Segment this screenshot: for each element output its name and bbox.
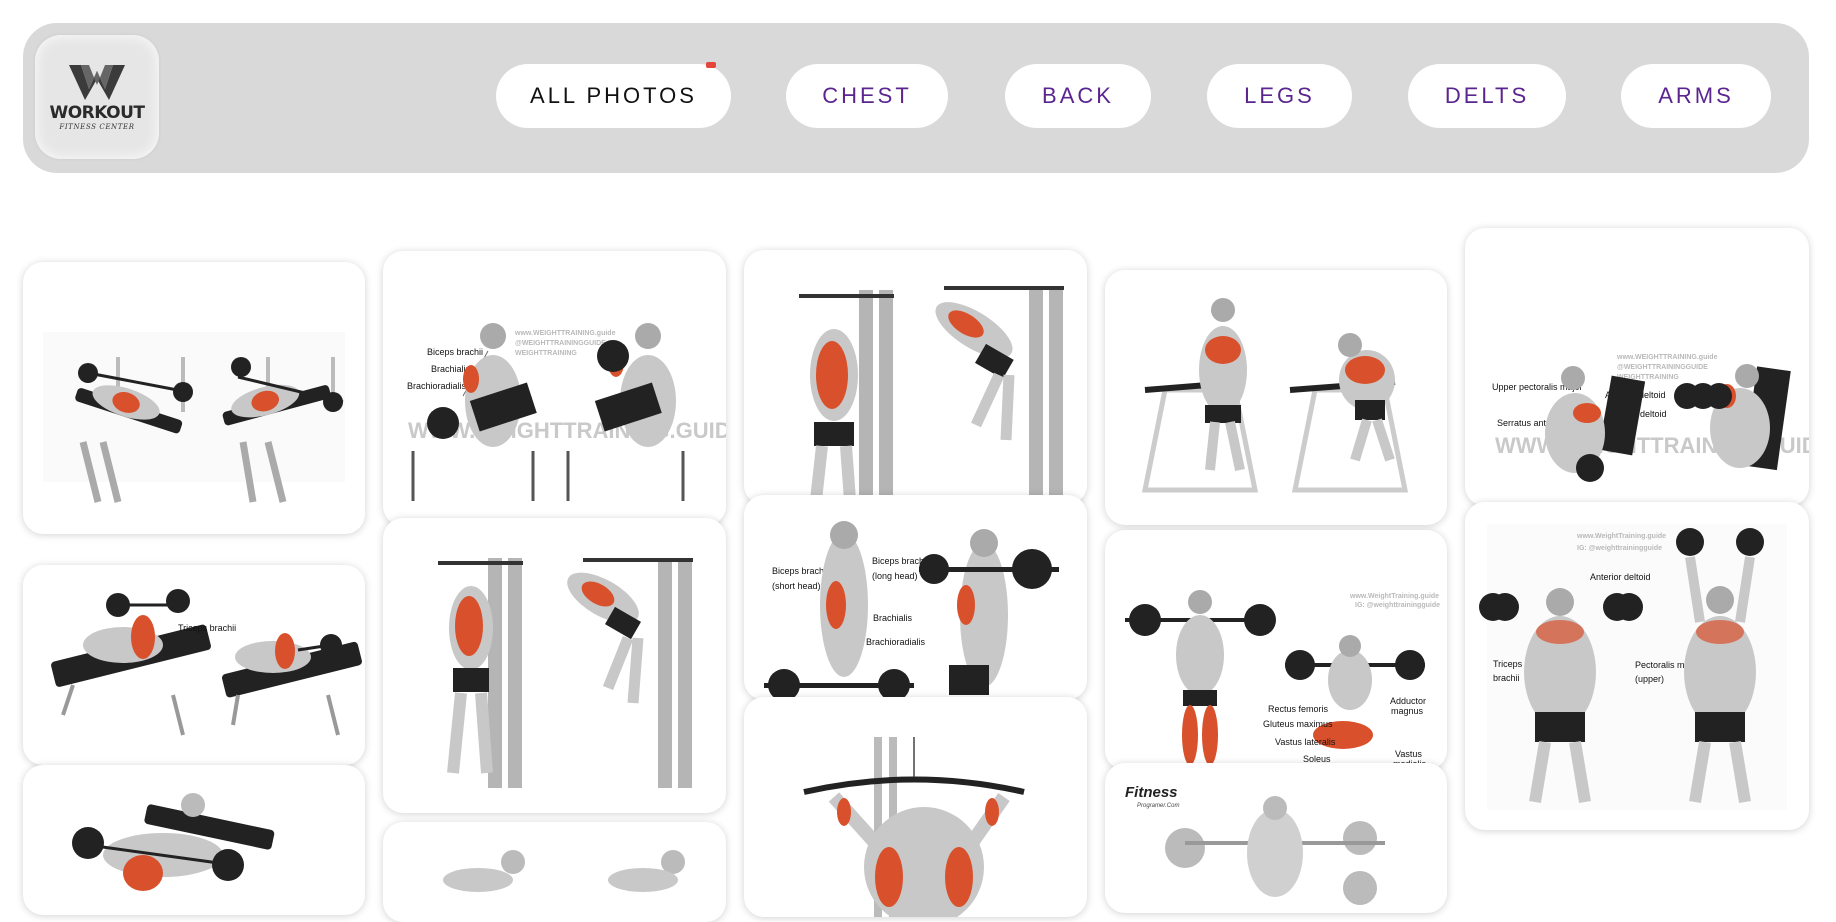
category-tabs: ALL PHOTOS CHEST BACK LEGS DELTS ARMS [0,62,1836,128]
photo-card-barbell-front-raise[interactable]: Fitness Programer.Com [1105,763,1447,913]
exercise-illustration [72,793,275,891]
exercise-illustration [1141,298,1409,493]
label-brachioradialis: Brachioradialis [866,637,926,647]
label-brachioradialis: Brachioradialis [407,381,467,391]
notification-dot [706,62,716,68]
photo-card-preacher-curl[interactable]: WWW.WEIGHTTRAINING.GUIDE www.WEIGHTTRAIN… [383,251,726,526]
photo-card-seated-dumbbell-press[interactable]: www.WeightTraining.guide IG: @weighttrai… [1465,502,1809,830]
label-biceps: Biceps brachii [427,347,483,357]
tab-label: CHEST [822,83,912,108]
label-gluteus: Gluteus maximus [1263,719,1333,729]
label-triceps: Triceps [1493,659,1523,669]
exercise-illustration [803,737,1025,917]
label-short-head: (short head) [772,581,821,591]
exercise-illustration [799,286,1064,505]
watermark-url: www.WEIGHTTRAINING.guide [514,330,616,337]
photo-card-incline-dumbbell-press[interactable]: WWW.WEIGHTTRAINING.GUIDE www.WEIGHTTRAIN… [1465,228,1809,506]
label-biceps-short: Biceps brachii [772,566,828,576]
watermark-ig: IG: @weighttrainingguide [1577,545,1662,552]
label-anterior-deltoid: Anterior deltoid [1590,572,1651,582]
tab-label: ARMS [1658,83,1734,108]
tab-delts[interactable]: DELTS [1408,64,1566,128]
exercise-illustration [43,332,345,503]
label-upper: (upper) [1635,674,1664,684]
exercise-illustration: Triceps brachii [51,589,362,736]
tab-legs[interactable]: LEGS [1207,64,1352,128]
tab-chest[interactable]: CHEST [786,64,948,128]
photo-card-decline-triceps-extension[interactable]: Triceps brachii [23,565,365,765]
exercise-illustration: WWW.WEIGHTTRAINING.GUIDE www.WEIGHTTRAIN… [1492,354,1809,482]
photo-card-barbell-curl[interactable]: Biceps brachii (short head) Biceps brach… [744,495,1087,700]
watermark-url: www.WeightTraining.guide [1349,593,1439,600]
label-vastus: Vastus [1395,749,1422,759]
label-vastus-lateralis: Vastus lateralis [1275,737,1336,747]
label-adductor: Adductor [1390,696,1426,706]
exercise-illustration: WWW.WEIGHTTRAINING.GUIDE www.WEIGHTTRAIN… [407,323,726,501]
watermark-ig: @WEIGHTTRAININGGUIDE [1617,364,1708,371]
photo-card-pull-up[interactable] [744,250,1087,505]
watermark-ig: @WEIGHTTRAININGGUIDE [515,340,606,347]
label-long-head: (long head) [872,571,918,581]
photo-card-hip-thrust[interactable] [23,765,365,915]
label-magnus: magnus [1391,706,1424,716]
tab-label: DELTS [1444,83,1530,108]
label-brachialis: Brachialis [873,613,913,623]
photo-card-front-squat[interactable]: www.WeightTraining.guide IG: @weighttrai… [1105,530,1447,770]
label-brachii: brachii [1493,673,1520,683]
photo-card-lat-pulldown[interactable] [744,697,1087,917]
brand-fitness: Fitness [1125,784,1178,801]
exercise-illustration [443,850,685,892]
tab-label: BACK [1042,83,1114,108]
exercise-illustration [438,558,693,788]
brand-fitness-sub: Programer.Com [1137,803,1179,809]
label-biceps-long: Biceps brachii [872,556,928,566]
exercise-illustration: Fitness Programer.Com [1125,784,1385,905]
label-triceps: Triceps brachii [178,623,236,633]
photo-card-pushup[interactable] [383,822,726,922]
exercise-illustration: Biceps brachii (short head) Biceps brach… [764,521,1059,700]
photo-card-chest-dip[interactable] [1105,270,1447,525]
photo-card-pull-up-kip[interactable] [383,518,726,813]
label-rectus-femoris: Rectus femoris [1268,704,1329,714]
exercise-illustration: www.WeightTraining.guide IG: @weighttrai… [1125,590,1440,769]
tab-label: ALL PHOTOS [530,83,697,108]
tab-arms[interactable]: ARMS [1621,64,1771,128]
tab-label: LEGS [1244,83,1315,108]
watermark-url: www.WEIGHTTRAINING.guide [1616,354,1718,361]
exercise-illustration: www.WeightTraining.guide IG: @weighttrai… [1479,524,1787,810]
watermark-url: www.WeightTraining.guide [1576,533,1666,540]
watermark-ig: IG: @weighttrainingguide [1355,602,1440,609]
watermark-yt: WEIGHTTRAINING [515,350,577,357]
tab-all-photos[interactable]: ALL PHOTOS [496,62,731,128]
tab-back[interactable]: BACK [1005,64,1151,128]
photo-card-incline-bench-press[interactable] [23,262,365,534]
